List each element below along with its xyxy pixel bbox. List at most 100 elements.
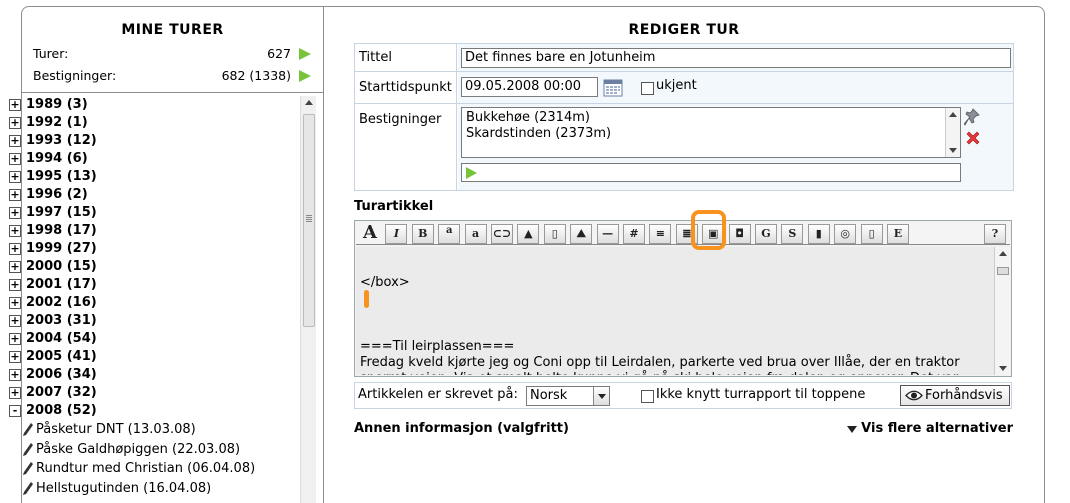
climbs-stat: Bestigninger: 682 (1338): [33, 68, 311, 86]
trip-link[interactable]: Påsketur DNT (13.03.08): [8, 420, 300, 440]
tree-year-item[interactable]: +2004 (54): [8, 330, 300, 348]
toolbar-a-button[interactable]: a: [464, 224, 487, 244]
scroll-thumb[interactable]: [303, 114, 315, 327]
tree-year-label: 2006 (34): [26, 367, 97, 382]
tree-year-item[interactable]: +1996 (2): [8, 186, 300, 204]
tree-year-label: 2004 (54): [26, 331, 97, 346]
toolbar-image-text-button[interactable]: ◘: [728, 224, 751, 244]
tree-year-label: 2005 (41): [26, 349, 97, 364]
unknown-checkbox[interactable]: [641, 82, 654, 95]
tree-year-label: 2000 (15): [26, 259, 97, 274]
toolbar--button[interactable]: ?: [984, 224, 1006, 244]
trip-link[interactable]: Påske Galdhøpiggen (22.03.08): [8, 440, 300, 460]
expand-icon[interactable]: +: [9, 333, 21, 345]
tree-year-item[interactable]: +1989 (3): [8, 96, 300, 114]
expand-icon[interactable]: +: [9, 171, 21, 183]
trips-go-icon[interactable]: [299, 48, 311, 60]
toolbar-table-button[interactable]: #: [623, 224, 645, 244]
toolbar-g-button[interactable]: G: [755, 224, 777, 244]
expand-icon[interactable]: +: [9, 351, 21, 363]
expand-icon[interactable]: +: [9, 99, 21, 111]
article-editor: A I Ba a ⊂⊃ ▲ ▯ ⛰ — # ≡ ≣ ▣ ◘ G S ▮ ◎ ▯ E? </box> ===Til le…: [354, 220, 1012, 377]
unknown-label: ukjent: [656, 78, 697, 93]
trip-link[interactable]: Rundtur med Christian (06.04.08): [8, 459, 300, 479]
expand-icon[interactable]: +: [9, 153, 21, 165]
start-time-input[interactable]: 09.05.2008 00:00: [461, 77, 598, 97]
trip-label: Rundtur med Christian (06.04.08): [36, 461, 256, 476]
article-scroll-up-icon[interactable]: [999, 251, 1007, 256]
tree-year-item[interactable]: +1997 (15): [8, 204, 300, 222]
article-scroll-thumb[interactable]: [997, 267, 1009, 275]
tree-year-item[interactable]: -2008 (52): [8, 402, 300, 420]
toolbar-s-button[interactable]: S: [781, 224, 804, 244]
toolbar-a-button[interactable]: A: [359, 224, 381, 244]
toolbar-gallery-button[interactable]: ◎: [834, 224, 857, 244]
toolbar-page-button[interactable]: ▯: [860, 224, 883, 244]
language-select[interactable]: Norsk: [526, 386, 610, 406]
add-climb-go-icon[interactable]: [466, 167, 477, 179]
trip-label: Påske Galdhøpiggen (22.03.08): [36, 441, 241, 457]
article-scroll-down-icon[interactable]: [999, 366, 1007, 371]
tree-year-item[interactable]: +1999 (27): [8, 240, 300, 258]
expand-icon[interactable]: +: [9, 279, 21, 291]
expand-icon[interactable]: +: [9, 369, 21, 381]
climbs-item[interactable]: Bukkehøe (2314m): [466, 110, 590, 125]
toolbar-i-button[interactable]: I: [385, 224, 408, 244]
climbs-list[interactable]: Bukkehøe (2314m) Skardstinden (2373m): [461, 107, 961, 158]
toolbar-mountain-button[interactable]: ▲: [517, 224, 540, 244]
tree-year-item[interactable]: +2002 (16): [8, 294, 300, 312]
expand-icon[interactable]: +: [9, 243, 21, 255]
tree-year-item[interactable]: +2006 (34): [8, 366, 300, 384]
tree-year-label: 1994 (6): [26, 151, 88, 166]
climbs-item[interactable]: Skardstinden (2373m): [466, 126, 611, 141]
pin-icon[interactable]: [964, 108, 980, 126]
tree-year-item[interactable]: +2005 (41): [8, 348, 300, 366]
remove-icon[interactable]: [965, 130, 981, 146]
toolbar-b-button[interactable]: B: [411, 224, 434, 244]
title-input[interactable]: Det finnes bare en Jotunheim: [461, 48, 1011, 68]
trip-link[interactable]: Hellstugutinden (16.04.08): [8, 479, 300, 499]
expand-icon[interactable]: +: [9, 225, 21, 237]
more-options-link[interactable]: Vis flere alternativer: [845, 421, 1013, 436]
toolbar-boot-button[interactable]: ▯: [543, 224, 566, 244]
toolbar-link-button[interactable]: ⊂⊃: [491, 224, 513, 244]
preview-button[interactable]: Forhåndsvis: [900, 385, 1010, 406]
tree-year-item[interactable]: +1993 (12): [8, 132, 300, 150]
expand-icon[interactable]: +: [9, 387, 21, 399]
climbs-scrollbar[interactable]: [945, 108, 960, 157]
scroll-up-icon[interactable]: [305, 100, 313, 105]
tree-scrollbar[interactable]: [300, 96, 316, 503]
toolbar-hr-button[interactable]: —: [596, 224, 619, 244]
tree-year-item[interactable]: +1998 (17): [8, 222, 300, 240]
expand-icon[interactable]: +: [9, 207, 21, 219]
nolink-checkbox[interactable]: [641, 390, 654, 403]
expand-icon[interactable]: +: [9, 261, 21, 273]
tree-year-item[interactable]: +2000 (15): [8, 258, 300, 276]
expand-icon[interactable]: +: [9, 297, 21, 309]
toolbar-hiker-button[interactable]: ⛰: [570, 224, 593, 244]
climbs-go-icon[interactable]: [299, 70, 311, 82]
tree-year-item[interactable]: +2001 (17): [8, 276, 300, 294]
expand-icon[interactable]: +: [9, 135, 21, 147]
add-climb-input[interactable]: [461, 163, 961, 182]
toolbar-a-button[interactable]: a: [438, 224, 461, 244]
article-scrollbar[interactable]: [994, 247, 1010, 375]
tree-year-label: 1998 (17): [26, 223, 97, 238]
article-textarea[interactable]: </box> ===Til leirplassen=== Fredag kvel…: [356, 247, 994, 375]
tree-year-item[interactable]: +2003 (31): [8, 312, 300, 330]
expand-icon[interactable]: +: [9, 117, 21, 129]
calendar-icon[interactable]: [603, 78, 623, 97]
tree-year-item[interactable]: +1992 (1): [8, 114, 300, 132]
tree-year-item[interactable]: +1994 (6): [8, 150, 300, 168]
tree-year-item[interactable]: +2007 (32): [8, 384, 300, 402]
toolbar-book-button[interactable]: ▮: [807, 224, 830, 244]
year-tree: +1989 (3) +1992 (1) +1993 (12) +1994 (6) +19…: [8, 96, 300, 503]
collapse-icon[interactable]: -: [9, 405, 21, 417]
tree-year-label: 1993 (12): [26, 133, 97, 148]
toolbar-e-button[interactable]: E: [887, 224, 909, 244]
tree-year-item[interactable]: +1995 (13): [8, 168, 300, 186]
toolbar-ul-button[interactable]: ≡: [649, 224, 672, 244]
chevron-down-icon[interactable]: [593, 387, 609, 405]
expand-icon[interactable]: +: [9, 189, 21, 201]
expand-icon[interactable]: +: [9, 315, 21, 327]
